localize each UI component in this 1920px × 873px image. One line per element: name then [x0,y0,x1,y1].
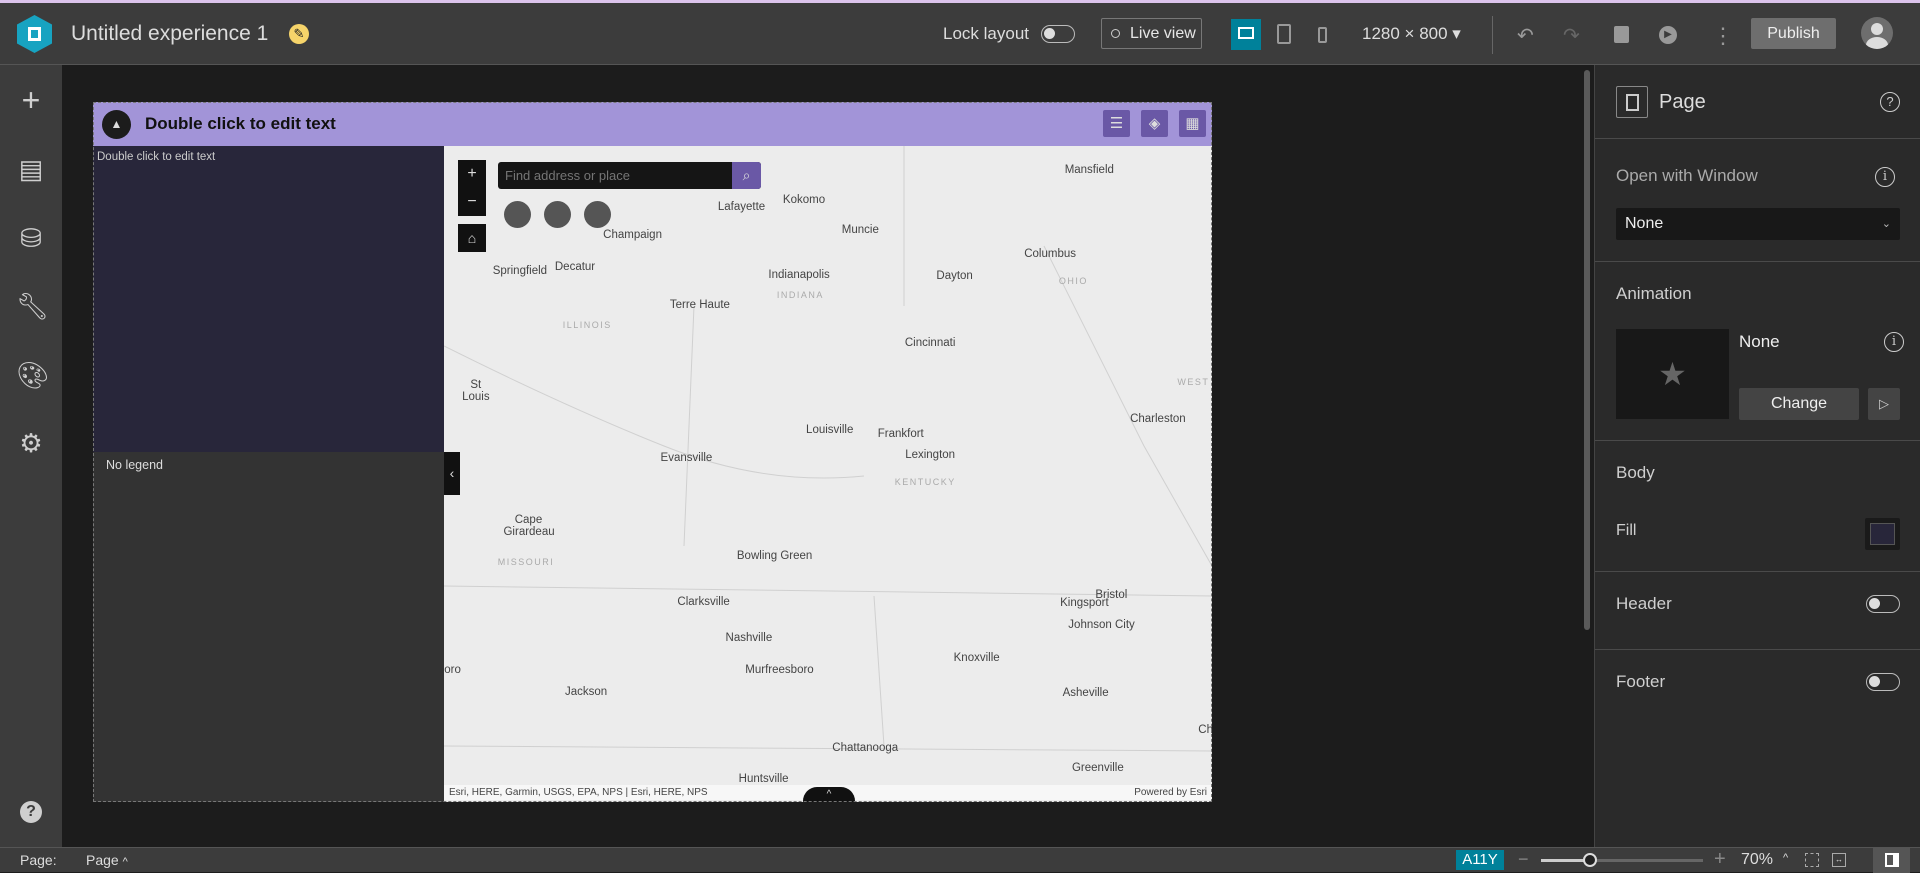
open-with-window-info-icon[interactable]: i [1875,167,1895,187]
play-animation-button[interactable]: ▷ [1868,388,1900,420]
a11y-button[interactable]: A11Y [1456,850,1504,870]
zoom-in-icon[interactable]: + [1714,848,1726,871]
bottom-status-bar: Page: Page ^ A11Y − + 70% ^ ↔ [0,847,1920,873]
add-widget-icon[interactable]: + [16,84,46,116]
divider [1595,261,1920,262]
chevron-down-icon: ⌄ [1881,218,1891,230]
divider [1595,649,1920,650]
live-view-button[interactable]: Live view [1101,18,1202,49]
left-sidebar: + ▤ ⛁ 🔧︎ 🎨︎ ⚙ ? [0,65,62,847]
animation-value: None [1739,332,1780,351]
page-icon[interactable]: ▤ [16,154,46,184]
canvas-scrollbar[interactable] [1584,70,1590,630]
page-label: Page: [20,852,57,868]
preview-play-icon[interactable]: ▶ [1659,26,1677,44]
settings-gear-icon[interactable]: ⚙ [16,428,46,458]
animation-label: Animation [1616,284,1692,303]
footer-toggle[interactable] [1866,673,1900,691]
star-icon: ★ [1658,356,1687,392]
zoom-slider[interactable] [1541,853,1703,867]
fill-color-swatch[interactable] [1865,518,1900,550]
page-selector-value: Page [86,852,119,868]
open-with-window-label: Open with Window [1616,166,1758,185]
app-logo[interactable] [17,15,52,53]
header-label: Header [1616,594,1672,613]
footer-label: Footer [1616,672,1666,691]
user-avatar[interactable] [1861,17,1893,49]
panel-help-icon[interactable]: ? [1880,92,1900,112]
zoom-options-chevron-icon[interactable]: ^ [1783,852,1788,864]
desktop-device-button[interactable] [1231,19,1261,50]
redo-icon[interactable]: ↷ [1563,23,1580,48]
toggle-panel-button[interactable] [1873,848,1910,873]
resolution-value: 1280 × 800 [1362,24,1448,43]
fit-to-screen-icon[interactable] [1805,853,1819,867]
header-toggle[interactable] [1866,595,1900,613]
panel-toggle-icon [1885,853,1899,867]
fit-width-icon[interactable]: ↔ [1832,853,1846,867]
settings-panel: Page ? Open with Window i None ⌄ Animatio… [1594,65,1920,847]
live-view-label: Live view [1130,25,1196,42]
chevron-up-icon: ^ [122,856,128,868]
tablet-device-button[interactable] [1277,24,1291,44]
save-icon[interactable] [1614,26,1629,43]
publish-button[interactable]: Publish [1751,18,1836,49]
change-animation-button[interactable]: Change [1739,388,1859,420]
body-label: Body [1616,463,1655,482]
data-icon[interactable]: ⛁ [16,223,46,253]
animation-info-icon[interactable]: i [1884,332,1904,352]
zoom-out-icon[interactable]: − [1518,849,1529,870]
zoom-level: 70% [1741,851,1774,868]
zoom-slider-knob[interactable] [1582,853,1597,867]
animation-preview: ★ [1616,329,1729,419]
panel-title: Page [1659,91,1706,113]
toolbar-divider [1492,16,1493,54]
open-with-window-select[interactable]: None ⌄ [1616,208,1900,240]
resolution-dropdown[interactable]: 1280 × 800 ▾ [1362,24,1461,44]
select-value: None [1625,215,1664,232]
tools-wrench-icon[interactable]: 🔧︎ [16,291,49,321]
desktop-icon [1238,27,1254,39]
experience-title[interactable]: Untitled experience 1 [71,22,268,46]
theme-palette-icon[interactable]: 🎨︎ [16,360,49,390]
fill-label: Fill [1616,522,1637,539]
help-icon[interactable]: ? [16,797,46,827]
undo-icon[interactable]: ↶ [1517,23,1534,48]
divider [1595,138,1920,139]
live-view-circle-icon [1111,29,1120,38]
divider [1595,440,1920,441]
lock-layout-toggle[interactable] [1041,25,1075,43]
page-selector[interactable]: Page ^ [86,852,128,868]
more-options-icon[interactable]: ⋮ [1712,23,1734,49]
canvas-frame [93,102,1212,802]
page-panel-icon [1616,86,1648,118]
top-toolbar: Untitled experience 1 ✎ Lock layout Live… [0,3,1920,65]
lock-layout-label: Lock layout [943,24,1029,43]
edit-title-pencil-icon[interactable]: ✎ [289,24,309,44]
phone-device-button[interactable] [1318,27,1327,43]
divider [1595,571,1920,572]
